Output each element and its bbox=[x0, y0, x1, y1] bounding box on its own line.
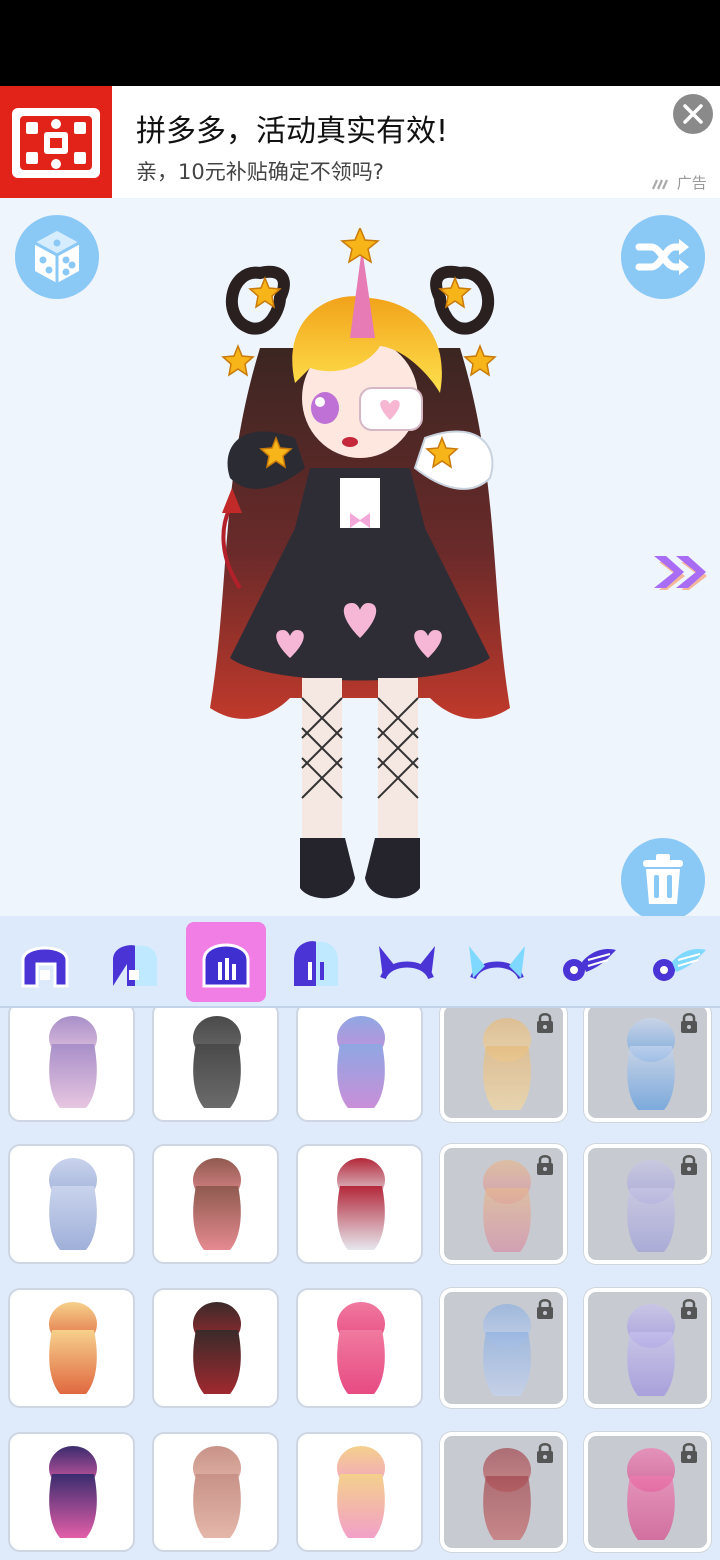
ad-tag-label: 广告 bbox=[676, 174, 707, 192]
shuffle-icon bbox=[635, 239, 689, 275]
front-hair-icon bbox=[21, 946, 69, 988]
hair-style-preview bbox=[193, 1446, 241, 1538]
category-tab-bar bbox=[0, 916, 720, 1008]
ad-close-button[interactable] bbox=[673, 94, 713, 134]
locked-hair-item[interactable] bbox=[584, 1288, 711, 1408]
ad-source-icon bbox=[651, 179, 669, 189]
lock-icon bbox=[681, 1443, 697, 1463]
tab-horns[interactable] bbox=[367, 922, 447, 1002]
delete-button[interactable] bbox=[621, 838, 705, 922]
hair-style-preview bbox=[49, 1302, 97, 1394]
status-bar bbox=[0, 0, 720, 86]
hair-item[interactable] bbox=[8, 1432, 135, 1552]
trash-icon bbox=[643, 854, 683, 904]
hair-item-grid bbox=[0, 1008, 720, 1560]
horns-alt-icon bbox=[469, 946, 525, 980]
lock-icon bbox=[537, 1155, 553, 1175]
hair-style-preview bbox=[337, 1302, 385, 1394]
ad-banner[interactable]: 拼多多，活动真实有效! 亲，10元补贴确定不领吗? 广告 bbox=[0, 86, 720, 198]
hair-style-preview bbox=[193, 1016, 241, 1108]
ad-logo bbox=[0, 86, 112, 198]
locked-hair-item[interactable] bbox=[584, 1144, 711, 1264]
hair-item[interactable] bbox=[296, 1288, 423, 1408]
tab-back-hair[interactable] bbox=[186, 922, 266, 1002]
back-hair-icon bbox=[202, 943, 250, 988]
hair-item[interactable] bbox=[152, 1288, 279, 1408]
horns-icon bbox=[379, 946, 435, 980]
lock-icon bbox=[537, 1299, 553, 1319]
ad-subtitle[interactable]: 亲，10元补贴确定不领吗? bbox=[136, 156, 384, 186]
hair-item[interactable] bbox=[8, 1008, 135, 1122]
locked-hair-item[interactable] bbox=[440, 1432, 567, 1552]
tab-wings[interactable] bbox=[548, 922, 628, 1002]
hair-style-preview bbox=[193, 1158, 241, 1250]
ad-tag: 广告 bbox=[651, 172, 707, 193]
ad-title[interactable]: 拼多多，活动真实有效! bbox=[136, 106, 448, 150]
hair-style-preview bbox=[49, 1158, 97, 1250]
shuffle-button[interactable] bbox=[621, 215, 705, 299]
wings-alt-icon bbox=[653, 949, 706, 981]
locked-hair-item[interactable] bbox=[584, 1432, 711, 1552]
lock-icon bbox=[537, 1013, 553, 1033]
double-chevron-right-icon bbox=[654, 556, 707, 590]
hair-style-preview bbox=[49, 1016, 97, 1108]
lock-icon bbox=[681, 1155, 697, 1175]
locked-hair-item[interactable] bbox=[584, 1008, 711, 1122]
character-stage bbox=[0, 198, 720, 922]
tab-horns-alt[interactable] bbox=[457, 922, 537, 1002]
hair-item[interactable] bbox=[152, 1008, 279, 1122]
hair-style-preview bbox=[337, 1158, 385, 1250]
random-dice-button[interactable] bbox=[15, 215, 99, 299]
hair-style-preview bbox=[337, 1016, 385, 1108]
tab-front-hair[interactable] bbox=[5, 922, 85, 1002]
hair-item[interactable] bbox=[8, 1288, 135, 1408]
dice-icon bbox=[34, 231, 80, 283]
front-hair-alt-icon bbox=[113, 945, 157, 986]
close-icon bbox=[683, 104, 703, 124]
locked-hair-item[interactable] bbox=[440, 1008, 567, 1122]
next-page-button[interactable] bbox=[650, 548, 712, 596]
hair-item[interactable] bbox=[152, 1144, 279, 1264]
locked-hair-item[interactable] bbox=[440, 1144, 567, 1264]
character-avatar bbox=[200, 226, 520, 908]
hair-item[interactable] bbox=[296, 1144, 423, 1264]
hair-style-preview bbox=[193, 1302, 241, 1394]
tab-front-hair-alt[interactable] bbox=[95, 922, 175, 1002]
hair-style-preview bbox=[49, 1446, 97, 1538]
back-hair-alt-icon bbox=[294, 941, 338, 986]
hair-item[interactable] bbox=[296, 1008, 423, 1122]
lock-icon bbox=[681, 1013, 697, 1033]
lock-icon bbox=[681, 1299, 697, 1319]
locked-hair-item[interactable] bbox=[440, 1288, 567, 1408]
tab-back-hair-alt[interactable] bbox=[276, 922, 356, 1002]
lock-icon bbox=[537, 1443, 553, 1463]
hair-style-preview bbox=[337, 1446, 385, 1538]
hair-item[interactable] bbox=[296, 1432, 423, 1552]
tab-wings-alt[interactable] bbox=[638, 922, 718, 1002]
hair-item[interactable] bbox=[152, 1432, 279, 1552]
hair-item[interactable] bbox=[8, 1144, 135, 1264]
wings-icon bbox=[563, 949, 616, 981]
